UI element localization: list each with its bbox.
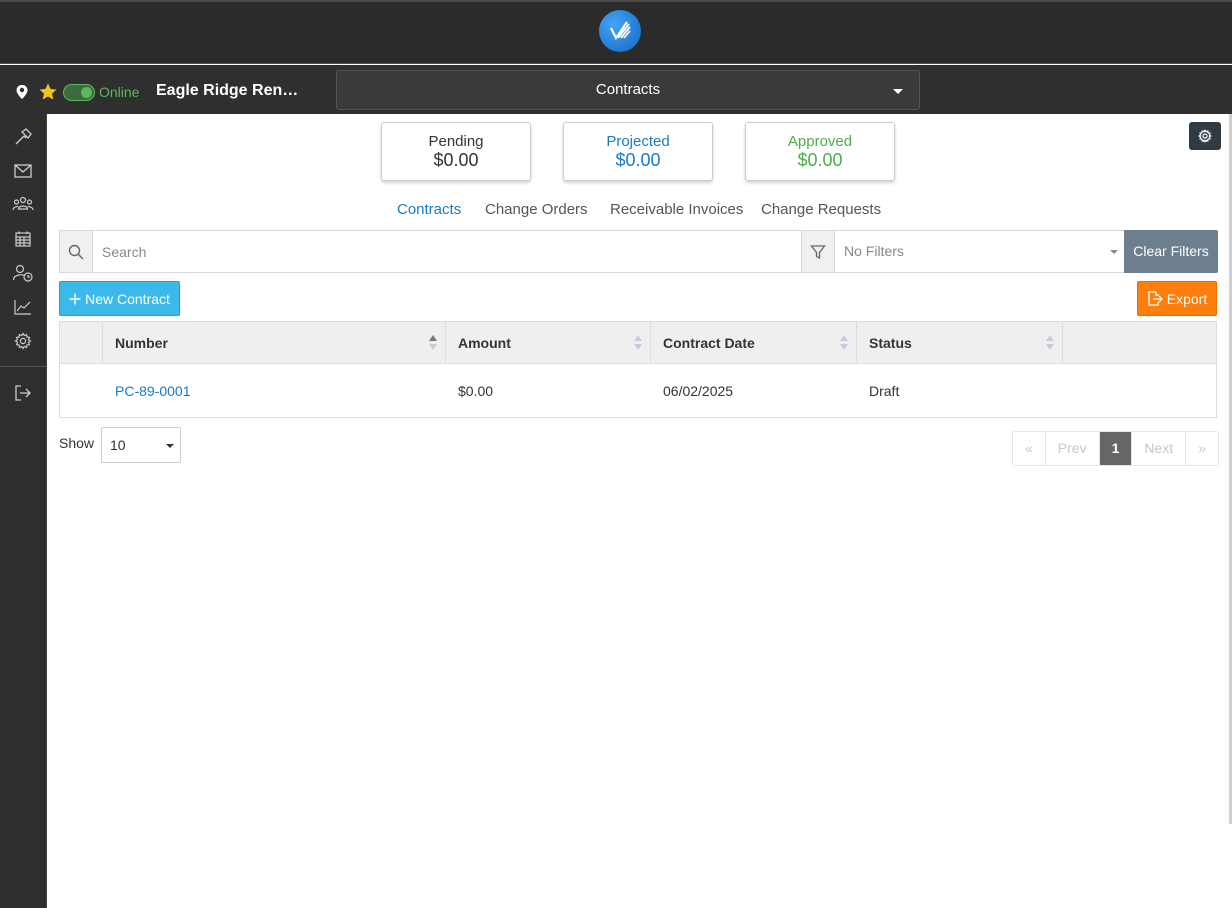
project-bar: Online Eagle Ridge Ren… Contracts bbox=[0, 65, 1232, 114]
module-select-label: Contracts bbox=[595, 81, 661, 98]
card-label: Pending bbox=[428, 133, 484, 150]
mail-icon[interactable] bbox=[12, 160, 34, 182]
select-column-header bbox=[60, 322, 103, 364]
column-header-amount[interactable]: Amount bbox=[446, 322, 651, 364]
page-size-select[interactable]: 10 bbox=[101, 427, 181, 463]
sort-icon bbox=[429, 335, 437, 351]
settings-button[interactable] bbox=[1189, 122, 1221, 150]
pending-card: Pending $0.00 bbox=[381, 122, 531, 181]
user-clock-icon[interactable] bbox=[12, 262, 34, 284]
chevron-down-icon bbox=[166, 444, 174, 448]
online-status: Online bbox=[99, 84, 140, 100]
column-header-contract-date[interactable]: Contract Date bbox=[651, 322, 857, 364]
card-value: $0.00 bbox=[433, 150, 479, 170]
actions-column-header bbox=[1063, 322, 1216, 364]
sidebar bbox=[0, 114, 47, 908]
contract-status: Draft bbox=[869, 383, 900, 399]
contract-amount: $0.00 bbox=[458, 383, 494, 399]
tab-change-requests[interactable]: Change Requests bbox=[761, 201, 881, 218]
approved-card: Approved $0.00 bbox=[745, 122, 895, 181]
filter-select[interactable]: No Filters bbox=[836, 231, 1124, 272]
sort-icon bbox=[634, 335, 642, 351]
gear-icon[interactable] bbox=[12, 330, 34, 352]
favorite-star-icon[interactable] bbox=[38, 82, 58, 107]
filter-icon[interactable] bbox=[801, 231, 835, 272]
contracts-table: Number Amount Contract Date Status PC-89… bbox=[59, 321, 1217, 418]
export-label: Export bbox=[1166, 290, 1208, 307]
export-button[interactable]: Export bbox=[1137, 281, 1217, 316]
top-bar bbox=[0, 0, 1232, 64]
chevron-down-icon bbox=[893, 89, 903, 94]
last-page-button[interactable]: » bbox=[1186, 432, 1218, 465]
chevron-down-icon bbox=[1110, 250, 1118, 254]
column-header-status[interactable]: Status bbox=[857, 322, 1063, 364]
card-label: Projected bbox=[606, 133, 670, 150]
export-icon bbox=[1148, 291, 1163, 306]
pagination: « Prev 1 Next » bbox=[1012, 431, 1219, 466]
filter-select-value: No Filters bbox=[844, 243, 904, 259]
column-label: Number bbox=[115, 335, 168, 351]
sort-icon bbox=[840, 335, 848, 351]
tab-receivable-invoices[interactable]: Receivable Invoices bbox=[610, 201, 743, 218]
current-page-button[interactable]: 1 bbox=[1099, 432, 1133, 465]
hammer-icon[interactable] bbox=[12, 126, 34, 148]
module-select[interactable]: Contracts bbox=[336, 70, 920, 110]
table-row[interactable]: PC-89-0001 $0.00 06/02/2025 Draft bbox=[60, 365, 1216, 417]
card-value: $0.00 bbox=[797, 150, 843, 170]
new-contract-button[interactable]: New Contract bbox=[59, 281, 180, 316]
page-size-value: 10 bbox=[110, 437, 126, 453]
gear-icon bbox=[1198, 129, 1212, 143]
column-label: Status bbox=[869, 335, 912, 351]
location-pin-icon[interactable] bbox=[15, 84, 29, 105]
chart-icon[interactable] bbox=[12, 296, 34, 318]
prev-page-button[interactable]: Prev bbox=[1045, 432, 1100, 465]
column-header-number[interactable]: Number bbox=[103, 322, 446, 364]
card-label: Approved bbox=[787, 133, 853, 150]
first-page-button[interactable]: « bbox=[1013, 432, 1046, 465]
new-contract-label: New Contract bbox=[85, 290, 170, 307]
sort-icon bbox=[1046, 335, 1054, 351]
next-page-button[interactable]: Next bbox=[1132, 432, 1187, 465]
card-value: $0.00 bbox=[615, 150, 661, 170]
projected-card: Projected $0.00 bbox=[563, 122, 713, 181]
app-logo-icon[interactable] bbox=[599, 10, 641, 52]
plus-icon bbox=[69, 293, 81, 304]
column-label: Contract Date bbox=[663, 335, 755, 351]
sidebar-divider bbox=[0, 366, 47, 367]
column-label: Amount bbox=[458, 335, 511, 351]
tab-change-orders[interactable]: Change Orders bbox=[485, 201, 588, 218]
tab-bar: Contracts Change Orders Receivable Invoi… bbox=[0, 201, 1232, 223]
logout-icon[interactable] bbox=[12, 382, 34, 404]
clear-filters-button[interactable]: Clear Filters bbox=[1124, 230, 1218, 273]
calendar-icon[interactable] bbox=[12, 228, 34, 250]
search-input[interactable] bbox=[94, 231, 801, 272]
search-icon bbox=[60, 231, 93, 272]
contract-date: 06/02/2025 bbox=[663, 383, 734, 399]
tab-contracts[interactable]: Contracts bbox=[397, 201, 461, 218]
search-bar: No Filters Clear Filters bbox=[59, 230, 1218, 273]
project-name[interactable]: Eagle Ridge Ren… bbox=[156, 82, 298, 100]
online-toggle[interactable] bbox=[63, 84, 95, 101]
contract-number-link[interactable]: PC-89-0001 bbox=[103, 365, 446, 417]
table-header: Number Amount Contract Date Status bbox=[60, 322, 1216, 364]
show-label: Show bbox=[59, 435, 95, 451]
